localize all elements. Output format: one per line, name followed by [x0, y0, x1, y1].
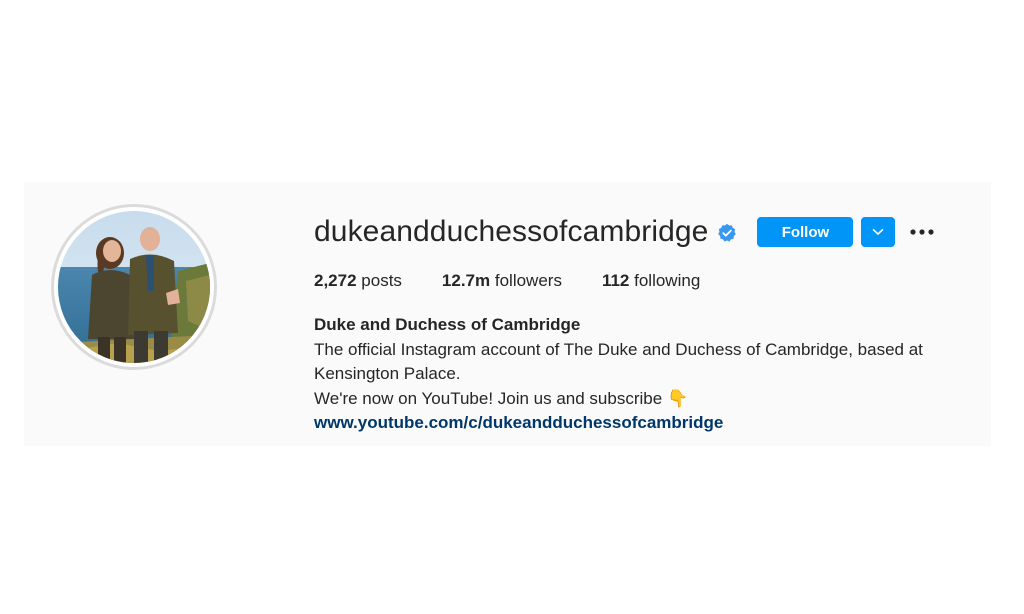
- bio-full-name: Duke and Duchess of Cambridge: [314, 315, 581, 334]
- bio-cta-text: We're now on YouTube! Join us and subscr…: [314, 388, 663, 408]
- bio-external-link[interactable]: www.youtube.com/c/dukeandduchessofcambri…: [314, 413, 723, 432]
- posts-stat: 2,272 posts: [314, 271, 402, 291]
- profile-header: dukeandduchessofcambridge Follow 2,272 p…: [24, 182, 991, 446]
- followers-count: 12.7m: [441, 271, 491, 290]
- suggested-accounts-dropdown-button[interactable]: [861, 217, 896, 247]
- bio-description: The official Instagram account of The Du…: [314, 339, 923, 384]
- following-stat[interactable]: 112 following: [602, 271, 700, 291]
- follow-button[interactable]: Follow: [757, 217, 854, 247]
- followers-stat[interactable]: 12.7m followers: [442, 271, 562, 291]
- pointing-down-hand-icon: 👇: [666, 388, 689, 408]
- profile-bio: Duke and Duchess of Cambridge The offici…: [314, 313, 954, 436]
- profile-title-row: dukeandduchessofcambridge Follow: [314, 214, 935, 250]
- profile-stats: 2,272 posts 12.7m followers 112 followin…: [314, 271, 740, 291]
- avatar-ring[interactable]: [51, 204, 217, 370]
- bio-cta-line: We're now on YouTube! Join us and subscr…: [314, 387, 954, 412]
- chevron-down-icon: [873, 229, 884, 235]
- followers-label: followers: [494, 271, 562, 290]
- avatar[interactable]: [58, 211, 210, 363]
- posts-count: 2,272: [314, 271, 357, 290]
- username: dukeandduchessofcambridge: [314, 215, 709, 248]
- verified-badge-icon: [718, 223, 737, 242]
- following-count: 112: [601, 271, 630, 290]
- more-options-icon: [910, 229, 935, 235]
- following-label: following: [634, 271, 701, 290]
- more-options-button[interactable]: [909, 217, 935, 247]
- posts-label: posts: [361, 271, 402, 290]
